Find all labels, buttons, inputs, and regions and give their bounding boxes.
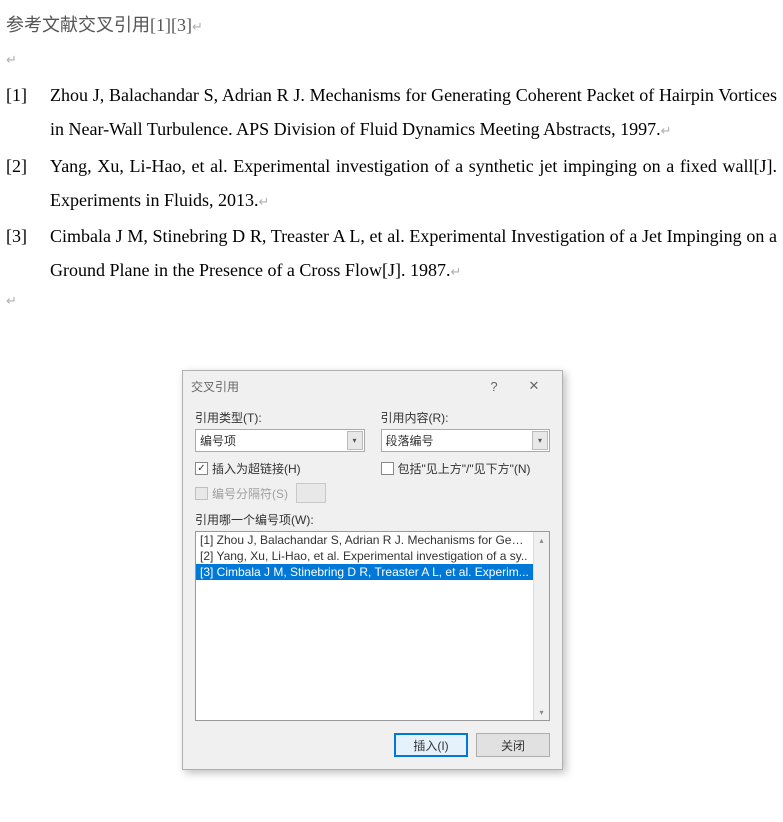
reference-item: [3] Cimbala J M, Stinebring D R, Treaste… (6, 219, 777, 287)
num-separator-label: 编号分隔符(S) (212, 485, 288, 502)
include-above-below-label: 包括"见上方"/"见下方"(N) (398, 460, 531, 477)
reference-item: [2] Yang, Xu, Li-Hao, et al. Experimenta… (6, 149, 777, 217)
scrollbar[interactable]: ▴ ▾ (533, 532, 549, 720)
scroll-down-icon[interactable]: ▾ (534, 704, 549, 720)
reference-text: Zhou J, Balachandar S, Adrian R J. Mecha… (50, 78, 777, 146)
reference-text: Yang, Xu, Li-Hao, et al. Experimental in… (50, 149, 777, 217)
reference-listbox[interactable]: [1] Zhou J, Balachandar S, Adrian R J. M… (195, 531, 550, 721)
empty-paragraph: ↵ (6, 289, 777, 319)
ref-content-value: 段落编号 (386, 432, 533, 449)
checkbox-unchecked-icon (381, 462, 394, 475)
cross-reference-dialog: 交叉引用 ? ✕ 引用类型(T): 编号项 ▾ 引用内容(R): 段落编号 ▾ (182, 370, 563, 770)
dialog-titlebar[interactable]: 交叉引用 ? ✕ (183, 371, 562, 401)
insert-button[interactable]: 插入(I) (394, 733, 468, 757)
close-icon[interactable]: ✕ (514, 372, 554, 400)
reference-number: [3] (6, 219, 50, 287)
paragraph-mark-icon: ↵ (192, 19, 203, 34)
list-item-selected[interactable]: [3] Cimbala J M, Stinebring D R, Treaste… (196, 564, 533, 580)
insert-hyperlink-label: 插入为超链接(H) (212, 460, 301, 477)
checkbox-checked-icon: ✓ (195, 462, 208, 475)
document-area: 参考文献交叉引用[1][3]↵ ↵ [1] Zhou J, Balachanda… (0, 0, 783, 327)
which-item-label: 引用哪一个编号项(W): (195, 511, 550, 528)
scroll-up-icon[interactable]: ▴ (534, 532, 549, 548)
reference-number: [1] (6, 78, 50, 146)
paragraph-mark-icon: ↵ (6, 52, 17, 67)
ref-type-value: 编号项 (200, 432, 347, 449)
empty-paragraph: ↵ (6, 48, 777, 78)
include-above-below-checkbox[interactable]: 包括"见上方"/"见下方"(N) (381, 460, 551, 477)
paragraph-mark-icon: ↵ (661, 123, 672, 138)
ref-content-combo[interactable]: 段落编号 ▾ (381, 429, 551, 452)
list-item[interactable]: [1] Zhou J, Balachandar S, Adrian R J. M… (196, 532, 533, 548)
num-separator-input (296, 483, 326, 503)
ref-type-label: 引用类型(T): (195, 409, 365, 426)
reference-item: [1] Zhou J, Balachandar S, Adrian R J. M… (6, 78, 777, 146)
num-separator-checkbox: 编号分隔符(S) (195, 483, 365, 503)
ref-content-label: 引用内容(R): (381, 409, 551, 426)
scroll-track[interactable] (534, 548, 549, 704)
reference-text: Cimbala J M, Stinebring D R, Treaster A … (50, 219, 777, 287)
ref-type-combo[interactable]: 编号项 ▾ (195, 429, 365, 452)
checkbox-disabled-icon (195, 487, 208, 500)
dialog-title: 交叉引用 (191, 378, 474, 395)
paragraph-mark-icon: ↵ (450, 264, 461, 279)
dialog-body: 引用类型(T): 编号项 ▾ 引用内容(R): 段落编号 ▾ ✓ 插入为超链接(… (183, 401, 562, 769)
help-button[interactable]: ? (474, 372, 514, 400)
chevron-down-icon[interactable]: ▾ (532, 431, 548, 450)
paragraph-mark-icon: ↵ (6, 293, 17, 308)
list-item[interactable]: [2] Yang, Xu, Li-Hao, et al. Experimenta… (196, 548, 533, 564)
document-heading: 参考文献交叉引用[1][3]↵ (6, 8, 777, 42)
insert-hyperlink-checkbox[interactable]: ✓ 插入为超链接(H) (195, 460, 365, 477)
paragraph-mark-icon: ↵ (259, 194, 270, 209)
chevron-down-icon[interactable]: ▾ (347, 431, 363, 450)
heading-text: 参考文献交叉引用[1][3] (6, 15, 192, 35)
close-button[interactable]: 关闭 (476, 733, 550, 757)
reference-number: [2] (6, 149, 50, 217)
